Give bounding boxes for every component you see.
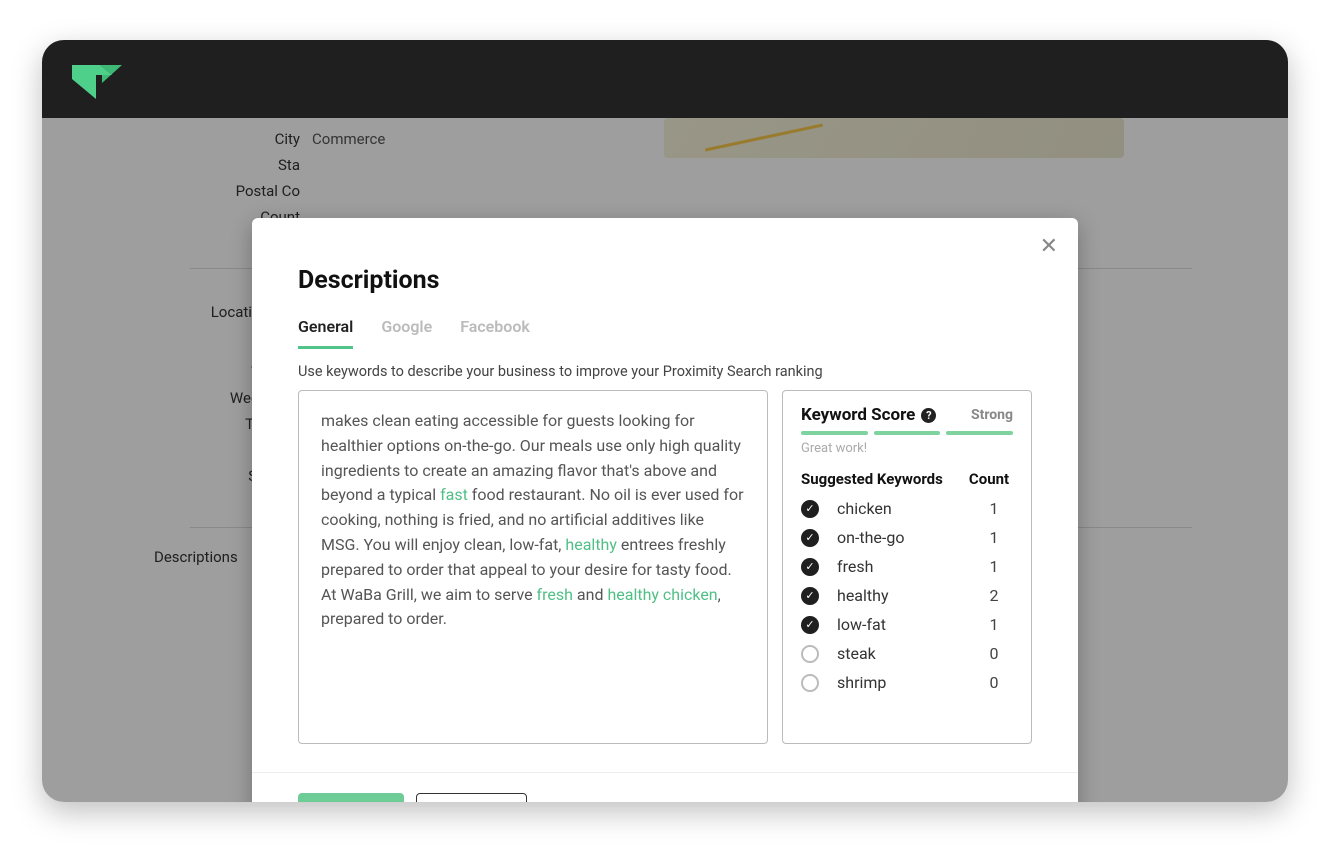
descriptions-modal: ✕ Descriptions General Google Facebook Use… xyxy=(252,218,1078,802)
app-logo-icon xyxy=(70,57,124,101)
keyword-list[interactable]: ✓ chicken 1 ✓ on-the-go 1 ✓ fresh 1 ✓ healthy 2 ✓ low… xyxy=(801,494,1013,743)
update-button[interactable]: UPDATE xyxy=(298,793,404,802)
keyword-row: shrimp 0 xyxy=(801,668,1009,697)
keyword-count: 1 xyxy=(979,528,1009,547)
keyword-name: fresh xyxy=(837,557,961,576)
tab-general[interactable]: General xyxy=(298,317,353,349)
modal-hint: Use keywords to describe your business t… xyxy=(252,349,1078,390)
tab-facebook[interactable]: Facebook xyxy=(460,317,530,349)
keyword-count: 1 xyxy=(979,499,1009,518)
count-header: Count xyxy=(965,470,1013,488)
page-content: City Commerce Sta Postal Co Count Phor L… xyxy=(42,118,1288,802)
keyword-score-title: Keyword Score xyxy=(801,405,915,425)
cancel-button[interactable]: CANCEL xyxy=(416,793,526,802)
tab-google[interactable]: Google xyxy=(381,317,432,349)
keyword-count: 1 xyxy=(979,615,1009,634)
keyword-count: 1 xyxy=(979,557,1009,576)
app-window: City Commerce Sta Postal Co Count Phor L… xyxy=(42,40,1288,802)
keyword-count: 0 xyxy=(979,673,1009,692)
modal-tabs: General Google Facebook xyxy=(252,301,1078,349)
check-empty-icon xyxy=(801,674,819,692)
check-filled-icon: ✓ xyxy=(801,616,819,634)
keyword-row: ✓ fresh 1 xyxy=(801,552,1009,581)
keyword-score-strength: Strong xyxy=(971,407,1013,423)
keyword-name: low-fat xyxy=(837,615,961,634)
keyword-count: 2 xyxy=(979,586,1009,605)
keyword-name: chicken xyxy=(837,499,961,518)
keyword-row: ✓ low-fat 1 xyxy=(801,610,1009,639)
keywords-header: Suggested Keywords xyxy=(801,470,965,488)
keyword-count: 0 xyxy=(979,644,1009,663)
check-filled-icon: ✓ xyxy=(801,587,819,605)
keyword-row: ✓ on-the-go 1 xyxy=(801,523,1009,552)
keyword-name: steak xyxy=(837,644,961,663)
score-meter xyxy=(801,431,1013,435)
help-icon[interactable]: ? xyxy=(921,408,936,423)
check-filled-icon: ✓ xyxy=(801,558,819,576)
keyword-row: ✓ chicken 1 xyxy=(801,494,1009,523)
modal-title: Descriptions xyxy=(298,266,1032,295)
keyword-row: steak 0 xyxy=(801,639,1009,668)
close-icon[interactable]: ✕ xyxy=(1040,236,1058,258)
keyword-score-panel: Keyword Score ? Strong Great work! Sugge… xyxy=(782,390,1032,744)
keyword-name: on-the-go xyxy=(837,528,961,547)
keyword-name: healthy xyxy=(837,586,961,605)
description-editor[interactable]: makes clean eating accessible for guests… xyxy=(298,390,768,744)
score-comment: Great work! xyxy=(801,441,1013,456)
check-filled-icon: ✓ xyxy=(801,529,819,547)
keyword-row: ✓ healthy 2 xyxy=(801,581,1009,610)
top-bar xyxy=(42,40,1288,118)
check-filled-icon: ✓ xyxy=(801,500,819,518)
check-empty-icon xyxy=(801,645,819,663)
keyword-name: shrimp xyxy=(837,673,961,692)
